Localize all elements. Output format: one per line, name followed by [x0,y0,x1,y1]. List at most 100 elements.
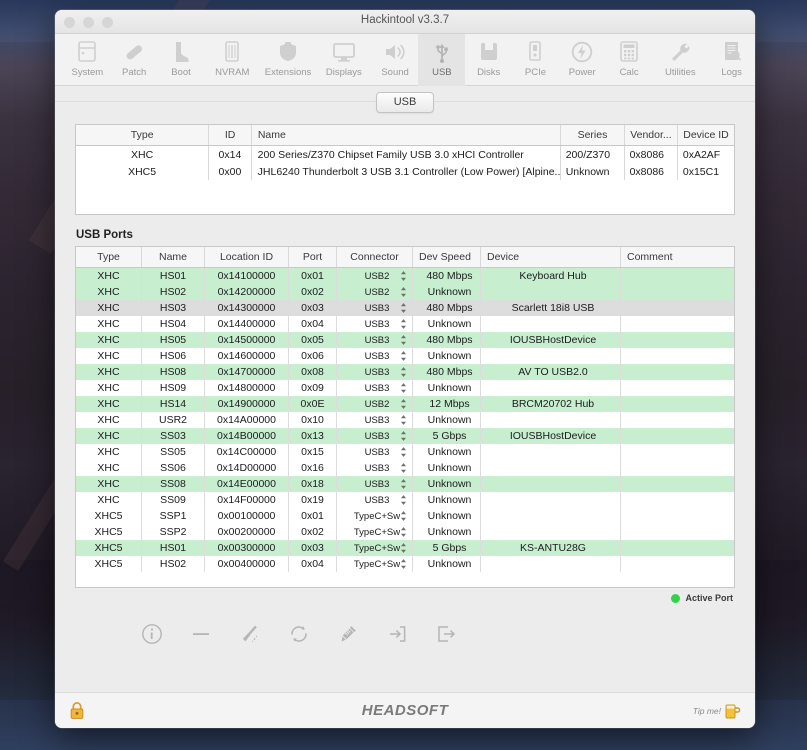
cell-comment[interactable] [621,556,734,572]
toolbar-item-sound[interactable]: Sound [372,34,419,86]
cell-comment[interactable] [621,492,734,508]
table-row[interactable]: XHC SS05 0x14C00000 0x15 USB3 Unknown [76,444,734,460]
cell-comment[interactable] [621,364,734,380]
column-header-port[interactable]: Port [289,247,337,267]
table-row[interactable]: XHC HS09 0x14800000 0x09 USB3 Unknown [76,380,734,396]
column-header-dev-speed[interactable]: Dev Speed [413,247,481,267]
connector-select[interactable]: USB3 [337,348,413,364]
table-row[interactable]: XHC5 SSP1 0x00100000 0x01 TypeC+Sw Unknown [76,508,734,524]
table-row[interactable]: XHC HS03 0x14300000 0x03 USB3 480 Mbps Scarlet… [76,300,734,316]
stepper-chevrons-icon[interactable] [400,303,407,314]
cell-comment[interactable] [621,476,734,492]
toolbar-item-boot[interactable]: Boot [158,34,205,86]
cell-comment[interactable] [621,428,734,444]
stepper-chevrons-icon[interactable] [400,271,407,282]
table-row[interactable]: XHC HS05 0x14500000 0x05 USB3 480 Mbps IOUSBHo… [76,332,734,348]
cell-comment[interactable] [621,412,734,428]
table-row[interactable]: XHC5 0x00 JHL6240 Thunderbolt 3 USB 3.1 … [76,163,734,180]
table-row[interactable]: XHC5 HS02 0x00400000 0x04 TypeC+Sw Unknown [76,556,734,572]
cell-comment[interactable] [621,396,734,412]
column-header-location[interactable]: Location ID [205,247,289,267]
toolbar-item-displays[interactable]: Displays [316,34,372,86]
table-row[interactable]: XHC 0x14 200 Series/Z370 Chipset Family … [76,146,734,163]
table-row[interactable]: XHC USR2 0x14A00000 0x10 USB3 Unknown [76,412,734,428]
column-header-name[interactable]: Name [252,125,562,145]
connector-select[interactable]: USB3 [337,492,413,508]
cell-comment[interactable] [621,508,734,524]
connector-select[interactable]: USB2 [337,268,413,284]
toolbar-item-system[interactable]: System [64,34,111,86]
toolbar-item-utilities[interactable]: Utilities [652,34,708,86]
inject-button[interactable] [323,623,372,645]
cell-comment[interactable] [621,300,734,316]
stepper-chevrons-icon[interactable] [400,559,407,570]
stepper-chevrons-icon[interactable] [400,319,407,330]
connector-select[interactable]: USB3 [337,332,413,348]
toolbar-item-power[interactable]: Power [559,34,606,86]
import-button[interactable] [372,623,421,645]
table-row[interactable]: XHC SS08 0x14E00000 0x18 USB3 Unknown [76,476,734,492]
stepper-chevrons-icon[interactable] [400,287,407,298]
connector-select[interactable]: USB2 [337,284,413,300]
stepper-chevrons-icon[interactable] [400,447,407,458]
column-header-device-id[interactable]: Device ID [678,125,734,145]
column-header-series[interactable]: Series [561,125,625,145]
table-row[interactable]: XHC HS08 0x14700000 0x08 USB3 480 Mbps AV TO U… [76,364,734,380]
connector-select[interactable]: USB3 [337,380,413,396]
toolbar-item-logs[interactable]: Logs [708,34,755,86]
remove-button[interactable] [176,623,225,645]
tip-me-control[interactable]: Tip me! [693,701,741,720]
table-row[interactable]: XHC SS09 0x14F00000 0x19 USB3 Unknown [76,492,734,508]
cell-comment[interactable] [621,540,734,556]
table-row[interactable]: XHC HS02 0x14200000 0x02 USB2 Unknown [76,284,734,300]
stepper-chevrons-icon[interactable] [400,527,407,538]
table-row[interactable]: XHC5 SSP2 0x00200000 0x02 TypeC+Sw Unknown [76,524,734,540]
stepper-chevrons-icon[interactable] [400,399,407,410]
connector-select[interactable]: USB3 [337,412,413,428]
cell-comment[interactable] [621,380,734,396]
stepper-chevrons-icon[interactable] [400,463,407,474]
table-row[interactable]: XHC HS06 0x14600000 0x06 USB3 Unknown [76,348,734,364]
cell-comment[interactable] [621,284,734,300]
column-header-name[interactable]: Name [142,247,205,267]
clear-button[interactable] [225,623,274,645]
cell-comment[interactable] [621,332,734,348]
stepper-chevrons-icon[interactable] [400,415,407,426]
stepper-chevrons-icon[interactable] [400,479,407,490]
stepper-chevrons-icon[interactable] [400,335,407,346]
table-row[interactable]: XHC HS04 0x14400000 0x04 USB3 Unknown [76,316,734,332]
cell-comment[interactable] [621,460,734,476]
connector-select[interactable]: TypeC+Sw [337,540,413,556]
tab-usb[interactable]: USB [375,91,435,113]
cell-comment[interactable] [621,268,734,284]
cell-comment[interactable] [621,316,734,332]
toolbar-item-patch[interactable]: Patch [111,34,158,86]
column-header-connector[interactable]: Connector [337,247,413,267]
stepper-chevrons-icon[interactable] [400,543,407,554]
table-row[interactable]: XHC HS01 0x14100000 0x01 USB2 480 Mbps Keyboar… [76,268,734,284]
connector-select[interactable]: TypeC+Sw [337,556,413,572]
table-row[interactable]: XHC5 HS01 0x00300000 0x03 TypeC+Sw 5 Gbps KS-A… [76,540,734,556]
stepper-chevrons-icon[interactable] [400,511,407,522]
stepper-chevrons-icon[interactable] [400,383,407,394]
column-header-device[interactable]: Device [481,247,621,267]
connector-select[interactable]: USB3 [337,476,413,492]
toolbar-item-usb[interactable]: USB [418,34,466,86]
connector-select[interactable]: USB3 [337,300,413,316]
column-header-type[interactable]: Type [76,247,142,267]
column-header-type[interactable]: Type [76,125,210,145]
stepper-chevrons-icon[interactable] [400,367,407,378]
connector-select[interactable]: USB3 [337,364,413,380]
connector-select[interactable]: TypeC+Sw [337,508,413,524]
stepper-chevrons-icon[interactable] [400,351,407,362]
toolbar-item-disks[interactable]: Disks [465,34,512,86]
cell-comment[interactable] [621,348,734,364]
toolbar-item-nvram[interactable]: NVRAM [204,34,260,86]
export-button[interactable] [421,623,470,645]
toolbar-item-pcie[interactable]: PCIe [512,34,559,86]
connector-select[interactable]: USB3 [337,444,413,460]
table-row[interactable]: XHC SS03 0x14B00000 0x13 USB3 5 Gbps IOUSBHost… [76,428,734,444]
connector-select[interactable]: USB3 [337,428,413,444]
column-header-comment[interactable]: Comment [621,247,734,267]
table-row[interactable]: XHC HS14 0x14900000 0x0E USB2 12 Mbps BRCM2070… [76,396,734,412]
